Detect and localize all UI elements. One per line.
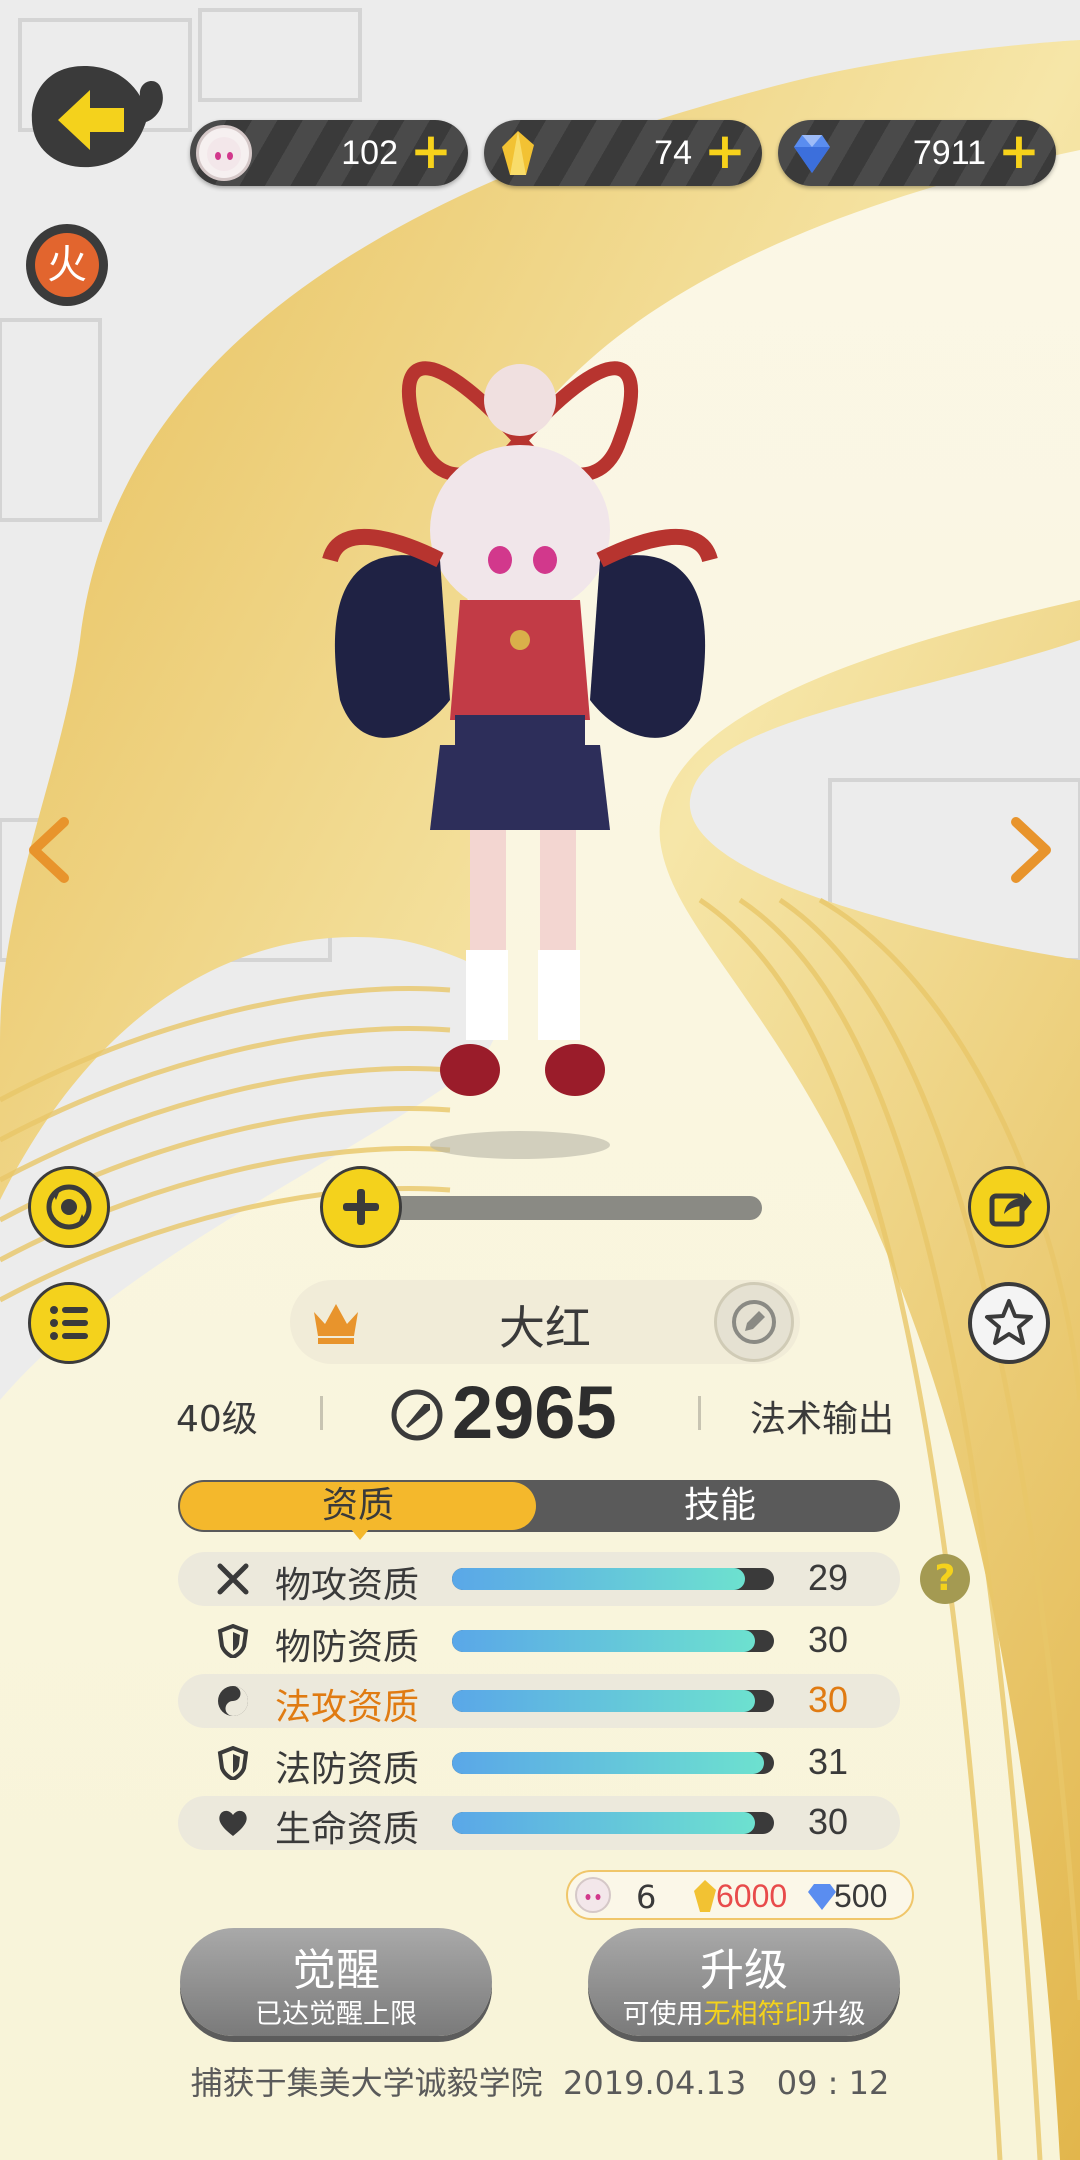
tab-pointer xyxy=(350,1528,370,1540)
tab-skills[interactable]: 技能 xyxy=(540,1480,900,1532)
list-icon xyxy=(50,1306,88,1340)
pets-count: 102 xyxy=(341,134,398,172)
edit-pencil-icon xyxy=(732,1300,776,1344)
stat-bar xyxy=(452,1630,774,1652)
stat-row-magic-attack: 法攻资质 30 xyxy=(178,1674,900,1728)
stat-bar-fill xyxy=(452,1812,755,1834)
upgrade-subtitle-highlight: 无相符印 xyxy=(703,1999,812,2030)
stat-bar xyxy=(452,1812,774,1834)
exp-bar xyxy=(360,1196,762,1220)
stat-bar-fill xyxy=(452,1690,755,1712)
cost-diamonds: 500 xyxy=(834,1878,888,1914)
add-exp-button[interactable] xyxy=(320,1166,402,1248)
list-button[interactable] xyxy=(28,1282,110,1364)
awaken-title: 觉醒 xyxy=(292,1945,380,1996)
stat-bar xyxy=(452,1568,774,1590)
share-button[interactable] xyxy=(968,1166,1050,1248)
stat-label: 生命资质 xyxy=(275,1809,420,1850)
help-button[interactable]: ? xyxy=(920,1554,970,1604)
awaken-button[interactable]: 觉醒 已达觉醒上限 xyxy=(180,1928,492,2036)
tab-aptitude-label: 资质 xyxy=(321,1485,394,1526)
currency-diamonds[interactable]: 7911 + xyxy=(778,120,1056,186)
divider xyxy=(698,1396,701,1430)
power-icon xyxy=(391,1389,443,1441)
stat-bar-fill xyxy=(452,1752,765,1774)
shield-icon xyxy=(217,1746,249,1780)
stat-row-physical-defense: 物防资质 30 xyxy=(178,1614,900,1668)
add-pets-button[interactable]: + xyxy=(408,126,454,176)
upgrade-title: 升级 xyxy=(700,1945,788,1996)
upgrade-subtitle: 可使用无相符印升级 xyxy=(588,1992,900,2031)
diamond-icon xyxy=(784,125,840,181)
stat-label: 法攻资质 xyxy=(275,1687,420,1728)
cost-pets: 6 xyxy=(636,1878,657,1916)
stat-value: 31 xyxy=(808,1741,849,1782)
stat-value: 30 xyxy=(808,1619,849,1660)
capture-info: 捕获于集美大学诚毅学院 2019.04.13 09 : 12 xyxy=(190,2064,890,2102)
previous-monster-button[interactable] xyxy=(20,810,80,890)
chevron-left-icon xyxy=(29,817,69,883)
shield-icon xyxy=(217,1624,249,1658)
stat-label: 物攻资质 xyxy=(275,1565,420,1606)
stat-bar xyxy=(452,1690,774,1712)
yin-yang-icon xyxy=(218,1686,248,1716)
plus-icon xyxy=(343,1189,379,1225)
heart-icon xyxy=(219,1810,247,1836)
gold-count: 74 xyxy=(654,134,692,172)
chevron-right-icon xyxy=(1011,817,1051,883)
stat-row-magic-defense: 法防资质 31 xyxy=(178,1736,900,1790)
tab-skills-label: 技能 xyxy=(683,1485,756,1526)
name-plate: 大红 xyxy=(290,1280,800,1364)
pet-avatar-icon xyxy=(196,125,252,181)
cost-gold: 6000 xyxy=(716,1878,788,1914)
diamonds-count: 7911 xyxy=(912,134,986,172)
stat-bar-fill xyxy=(452,1630,755,1652)
upgrade-subtitle-pre: 可使用 xyxy=(622,1999,704,2030)
upgrade-cost: 6 6000 500 xyxy=(566,1870,914,1920)
stat-bar xyxy=(452,1752,774,1774)
crossed-swords-icon xyxy=(217,1563,249,1595)
currency-gold[interactable]: 74 + xyxy=(484,120,762,186)
monster-level: 40级 xyxy=(176,1399,258,1440)
refresh-button[interactable] xyxy=(28,1166,110,1248)
favorite-button[interactable] xyxy=(968,1282,1050,1364)
add-diamonds-button[interactable]: + xyxy=(996,126,1042,176)
share-icon xyxy=(989,1192,1032,1227)
add-gold-button[interactable]: + xyxy=(702,126,748,176)
back-button[interactable] xyxy=(28,62,168,174)
stat-label: 法防资质 xyxy=(275,1749,420,1790)
star-icon xyxy=(985,1299,1033,1345)
upgrade-subtitle-post: 升级 xyxy=(811,1999,866,2030)
stat-bar-fill xyxy=(452,1568,746,1590)
stat-row-physical-attack: 物攻资质 29 xyxy=(178,1552,900,1606)
next-monster-button[interactable] xyxy=(1000,810,1060,890)
tab-aptitude[interactable]: 资质 xyxy=(180,1482,536,1540)
upgrade-button[interactable]: 升级 可使用无相符印升级 xyxy=(588,1928,900,2036)
fire-element-icon: 火 xyxy=(35,233,99,297)
stat-row-health: 生命资质 30 xyxy=(178,1796,900,1850)
divider xyxy=(320,1396,323,1430)
stat-value: 30 xyxy=(808,1801,849,1842)
pet-avatar-icon xyxy=(575,1877,611,1913)
awaken-subtitle: 已达觉醒上限 xyxy=(255,1999,417,2030)
gold-crystal-icon xyxy=(490,125,546,181)
tab-bar: 资质 技能 xyxy=(178,1480,900,1540)
stat-value: 30 xyxy=(808,1679,849,1720)
element-fire-badge[interactable]: 火 xyxy=(26,224,108,306)
monster-role: 法术输出 xyxy=(750,1399,895,1440)
stat-value: 29 xyxy=(808,1557,849,1598)
combat-power: 2965 xyxy=(452,1371,617,1454)
rename-button[interactable] xyxy=(714,1282,794,1362)
refresh-icon xyxy=(46,1184,92,1230)
stat-label: 物防资质 xyxy=(275,1627,420,1668)
currency-pets[interactable]: 102 + xyxy=(190,120,468,186)
